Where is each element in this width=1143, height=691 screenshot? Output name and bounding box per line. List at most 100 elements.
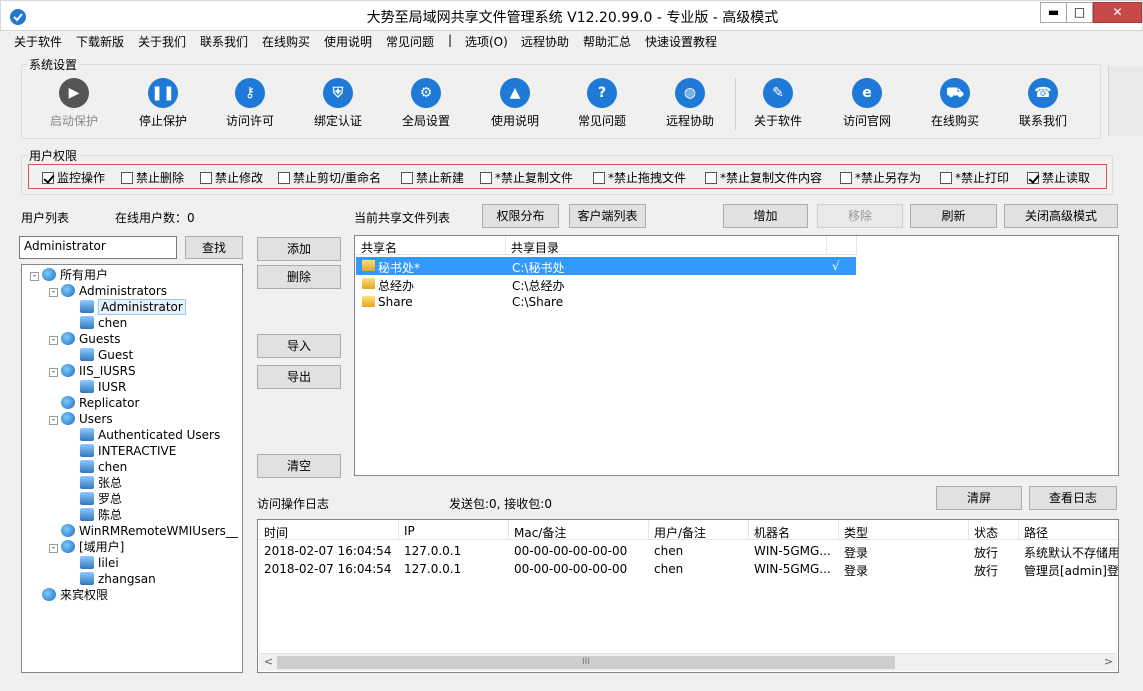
toolbar-graduation-cap-button[interactable]: ▲ 使用说明 [474, 78, 556, 129]
checkbox-icon[interactable] [593, 172, 605, 184]
tree-node[interactable]: 罗总 [68, 491, 122, 507]
menu-about-software[interactable]: 关于软件 [14, 33, 62, 50]
tree-node[interactable]: IUSR [68, 379, 126, 395]
tree-node[interactable]: zhangsan [68, 571, 156, 587]
checkbox-icon[interactable] [121, 172, 133, 184]
share-row[interactable]: Share C:\Share [356, 293, 856, 311]
log-row[interactable]: 2018-02-07 16:04:54 127.0.0.1 00-00-00-00-… [258, 542, 1118, 560]
client-list-button[interactable]: 客户端列表 [569, 204, 646, 228]
import-button[interactable]: 导入 [257, 334, 341, 358]
menu-remote[interactable]: 远程协助 [521, 33, 569, 50]
log-column-header[interactable]: 类型 [844, 524, 868, 541]
expand-toggle-icon[interactable]: - [49, 544, 58, 553]
checkbox-icon[interactable] [480, 172, 492, 184]
tree-node[interactable]: Replicator [49, 395, 139, 411]
permission-distribution-button[interactable]: 权限分布 [482, 204, 559, 228]
tree-node[interactable]: - 所有用户 [30, 267, 108, 283]
add-user-button[interactable]: 添加 [257, 237, 341, 261]
tree-node[interactable]: - Administrators [49, 283, 167, 299]
clear-button[interactable]: 清空 [257, 454, 341, 478]
menu-faq[interactable]: 常见问题 [386, 33, 434, 50]
permission-checkbox[interactable]: *禁止打印 [940, 169, 1009, 186]
toolbar-key-button[interactable]: ⚷ 访问许可 [209, 78, 291, 129]
log-column-header[interactable]: 时间 [264, 524, 288, 541]
column-share-dir[interactable]: 共享目录 [511, 239, 559, 256]
expand-toggle-icon[interactable]: - [49, 336, 58, 345]
permission-checkbox[interactable]: 禁止读取 [1027, 169, 1090, 186]
horizontal-scrollbar[interactable]: < III > [259, 653, 1117, 671]
column-share-name[interactable]: 共享名 [361, 239, 397, 256]
menu-download[interactable]: 下载新版 [76, 33, 124, 50]
permission-checkbox[interactable]: 禁止新建 [401, 169, 464, 186]
minimize-button[interactable]: ▬ [1040, 2, 1067, 23]
tree-node[interactable]: chen [68, 459, 127, 475]
tree-node[interactable]: - Guests [49, 331, 121, 347]
scroll-thumb[interactable]: III [277, 656, 895, 669]
menu-usage[interactable]: 使用说明 [324, 33, 372, 50]
tree-node[interactable]: Administrator [68, 299, 186, 315]
log-column-header[interactable]: 机器名 [754, 524, 790, 541]
checkbox-icon[interactable] [705, 172, 717, 184]
share-row[interactable]: 秘书处* C:\秘书处 √ [356, 257, 856, 275]
menu-options[interactable]: 选项(O) [465, 33, 508, 50]
share-row[interactable]: 总经办 C:\总经办 [356, 275, 856, 293]
permission-checkbox[interactable]: *禁止另存为 [840, 169, 921, 186]
view-log-button[interactable]: 查看日志 [1029, 486, 1117, 510]
tree-node[interactable]: 陈总 [68, 507, 122, 523]
clear-screen-button[interactable]: 清屏 [936, 486, 1022, 510]
expand-toggle-icon[interactable]: - [49, 368, 58, 377]
export-button[interactable]: 导出 [257, 365, 341, 389]
toolbar-shield-button[interactable]: ⛨ 绑定认证 [297, 78, 379, 129]
tree-node[interactable]: chen [68, 315, 127, 331]
tree-node[interactable]: INTERACTIVE [68, 443, 176, 459]
tree-node[interactable]: - Users [49, 411, 113, 427]
toolbar-pause-button[interactable]: ❚❚ 停止保护 [122, 78, 204, 129]
tree-node[interactable]: 张总 [68, 475, 122, 491]
permission-checkbox[interactable]: 监控操作 [42, 169, 105, 186]
checkbox-icon[interactable] [840, 172, 852, 184]
tree-node[interactable]: Authenticated Users [68, 427, 220, 443]
toolbar-gear-button[interactable]: ⚙ 全局设置 [385, 78, 467, 129]
toolbar-document-button[interactable]: ✎ 关于软件 [737, 78, 819, 129]
toolbar-play-button[interactable]: ▶ 启动保护 [33, 78, 115, 129]
tree-node[interactable]: lilei [68, 555, 119, 571]
scroll-left-arrow[interactable]: < [261, 655, 276, 670]
menu-contact[interactable]: 联系我们 [200, 33, 248, 50]
close-button[interactable]: ✕ [1093, 2, 1142, 23]
tree-node[interactable]: - IIS_IUSRS [49, 363, 136, 379]
tree-node[interactable]: Guest [68, 347, 133, 363]
checkbox-icon[interactable] [200, 172, 212, 184]
expand-toggle-icon[interactable]: - [49, 416, 58, 425]
permission-checkbox[interactable]: 禁止剪切/重命名 [278, 169, 381, 186]
delete-user-button[interactable]: 删除 [257, 265, 341, 289]
permission-checkbox[interactable]: 禁止删除 [121, 169, 184, 186]
permission-checkbox[interactable]: 禁止修改 [200, 169, 263, 186]
menu-quick-setup[interactable]: 快速设置教程 [645, 33, 717, 50]
log-row[interactable]: 2018-02-07 16:04:54 127.0.0.1 00-00-00-00-… [258, 560, 1118, 578]
log-column-header[interactable]: 状态 [974, 524, 998, 541]
menu-buy[interactable]: 在线购买 [262, 33, 310, 50]
maximize-button[interactable]: □ [1066, 2, 1093, 23]
remove-share-button[interactable]: 移除 [817, 204, 903, 228]
permission-checkbox[interactable]: *禁止拖拽文件 [593, 169, 686, 186]
menu-help[interactable]: 帮助汇总 [583, 33, 631, 50]
log-column-header[interactable]: Mac/备注 [514, 524, 566, 541]
tree-node[interactable]: 来宾权限 [30, 587, 108, 603]
user-search-input[interactable]: Administrator [19, 236, 177, 259]
add-share-button[interactable]: 增加 [723, 204, 808, 228]
permission-checkbox[interactable]: *禁止复制文件 [480, 169, 573, 186]
scroll-right-arrow[interactable]: > [1101, 655, 1116, 670]
checkbox-icon[interactable] [940, 172, 952, 184]
permission-checkbox[interactable]: *禁止复制文件内容 [705, 169, 822, 186]
find-button[interactable]: 查找 [185, 236, 243, 259]
menu-about-us[interactable]: 关于我们 [138, 33, 186, 50]
toolbar-phone-button[interactable]: ☎ 联系我们 [1002, 78, 1084, 129]
toolbar-cart-button[interactable]: ⛟ 在线购买 [914, 78, 996, 129]
checkbox-icon[interactable] [42, 172, 54, 184]
tree-node[interactable]: WinRMRemoteWMIUsers__ [49, 523, 238, 539]
toolbar-ie-button[interactable]: e 访问官网 [826, 78, 908, 129]
log-column-header[interactable]: IP [404, 524, 415, 538]
toolbar-globe-button[interactable]: ◍ 远程协助 [649, 78, 731, 129]
close-advanced-mode-button[interactable]: 关闭高级模式 [1004, 204, 1118, 228]
toolbar-question-button[interactable]: ? 常见问题 [561, 78, 643, 129]
